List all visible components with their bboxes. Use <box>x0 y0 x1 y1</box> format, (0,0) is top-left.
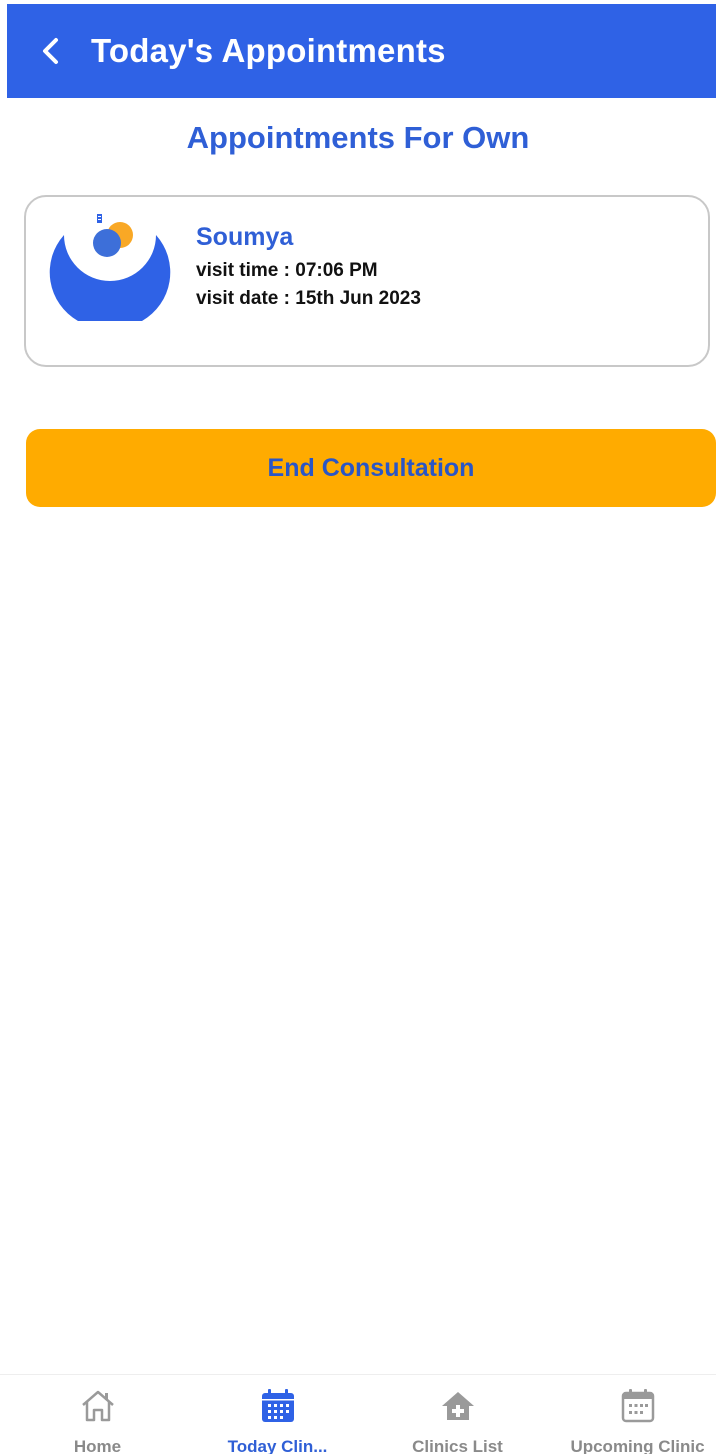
nav-label-clinics-list: Clinics List <box>412 1437 503 1454</box>
clinic-logo-icon <box>49 214 171 321</box>
chevron-left-icon <box>43 38 58 64</box>
nav-item-upcoming-clinic[interactable]: Upcoming Clinic <box>548 1375 716 1454</box>
clinic-house-icon <box>441 1392 474 1420</box>
visit-date: visit date : 15th Jun 2023 <box>196 288 421 309</box>
section-title: Appointments For Own <box>186 120 530 155</box>
visit-time: visit time : 07:06 PM <box>196 260 378 281</box>
bottom-nav: Home Today Clin... Clinics List Upcoming… <box>0 1374 716 1454</box>
home-icon <box>81 1390 114 1422</box>
page-title: Today's Appointments <box>91 32 446 69</box>
appointment-card[interactable]: Soumya visit time : 07:06 PM visit date … <box>24 195 710 367</box>
app-bar: Today's Appointments <box>7 4 716 98</box>
nav-label-home: Home <box>73 1437 122 1454</box>
end-consultation-label: End Consultation <box>267 453 475 482</box>
nav-label-today-clinic: Today Clin... <box>227 1437 328 1454</box>
calendar-icon <box>621 1389 654 1423</box>
back-button[interactable] <box>31 31 71 71</box>
nav-item-home[interactable]: Home <box>8 1375 187 1454</box>
patient-name: Soumya <box>196 223 294 251</box>
nav-item-clinics-list[interactable]: Clinics List <box>368 1375 547 1454</box>
nav-item-today-clinic[interactable]: Today Clin... <box>188 1375 367 1454</box>
calendar-icon <box>261 1389 294 1422</box>
nav-label-upcoming-clinic: Upcoming Clinic <box>570 1437 705 1454</box>
end-consultation-button[interactable]: End Consultation <box>26 429 716 507</box>
